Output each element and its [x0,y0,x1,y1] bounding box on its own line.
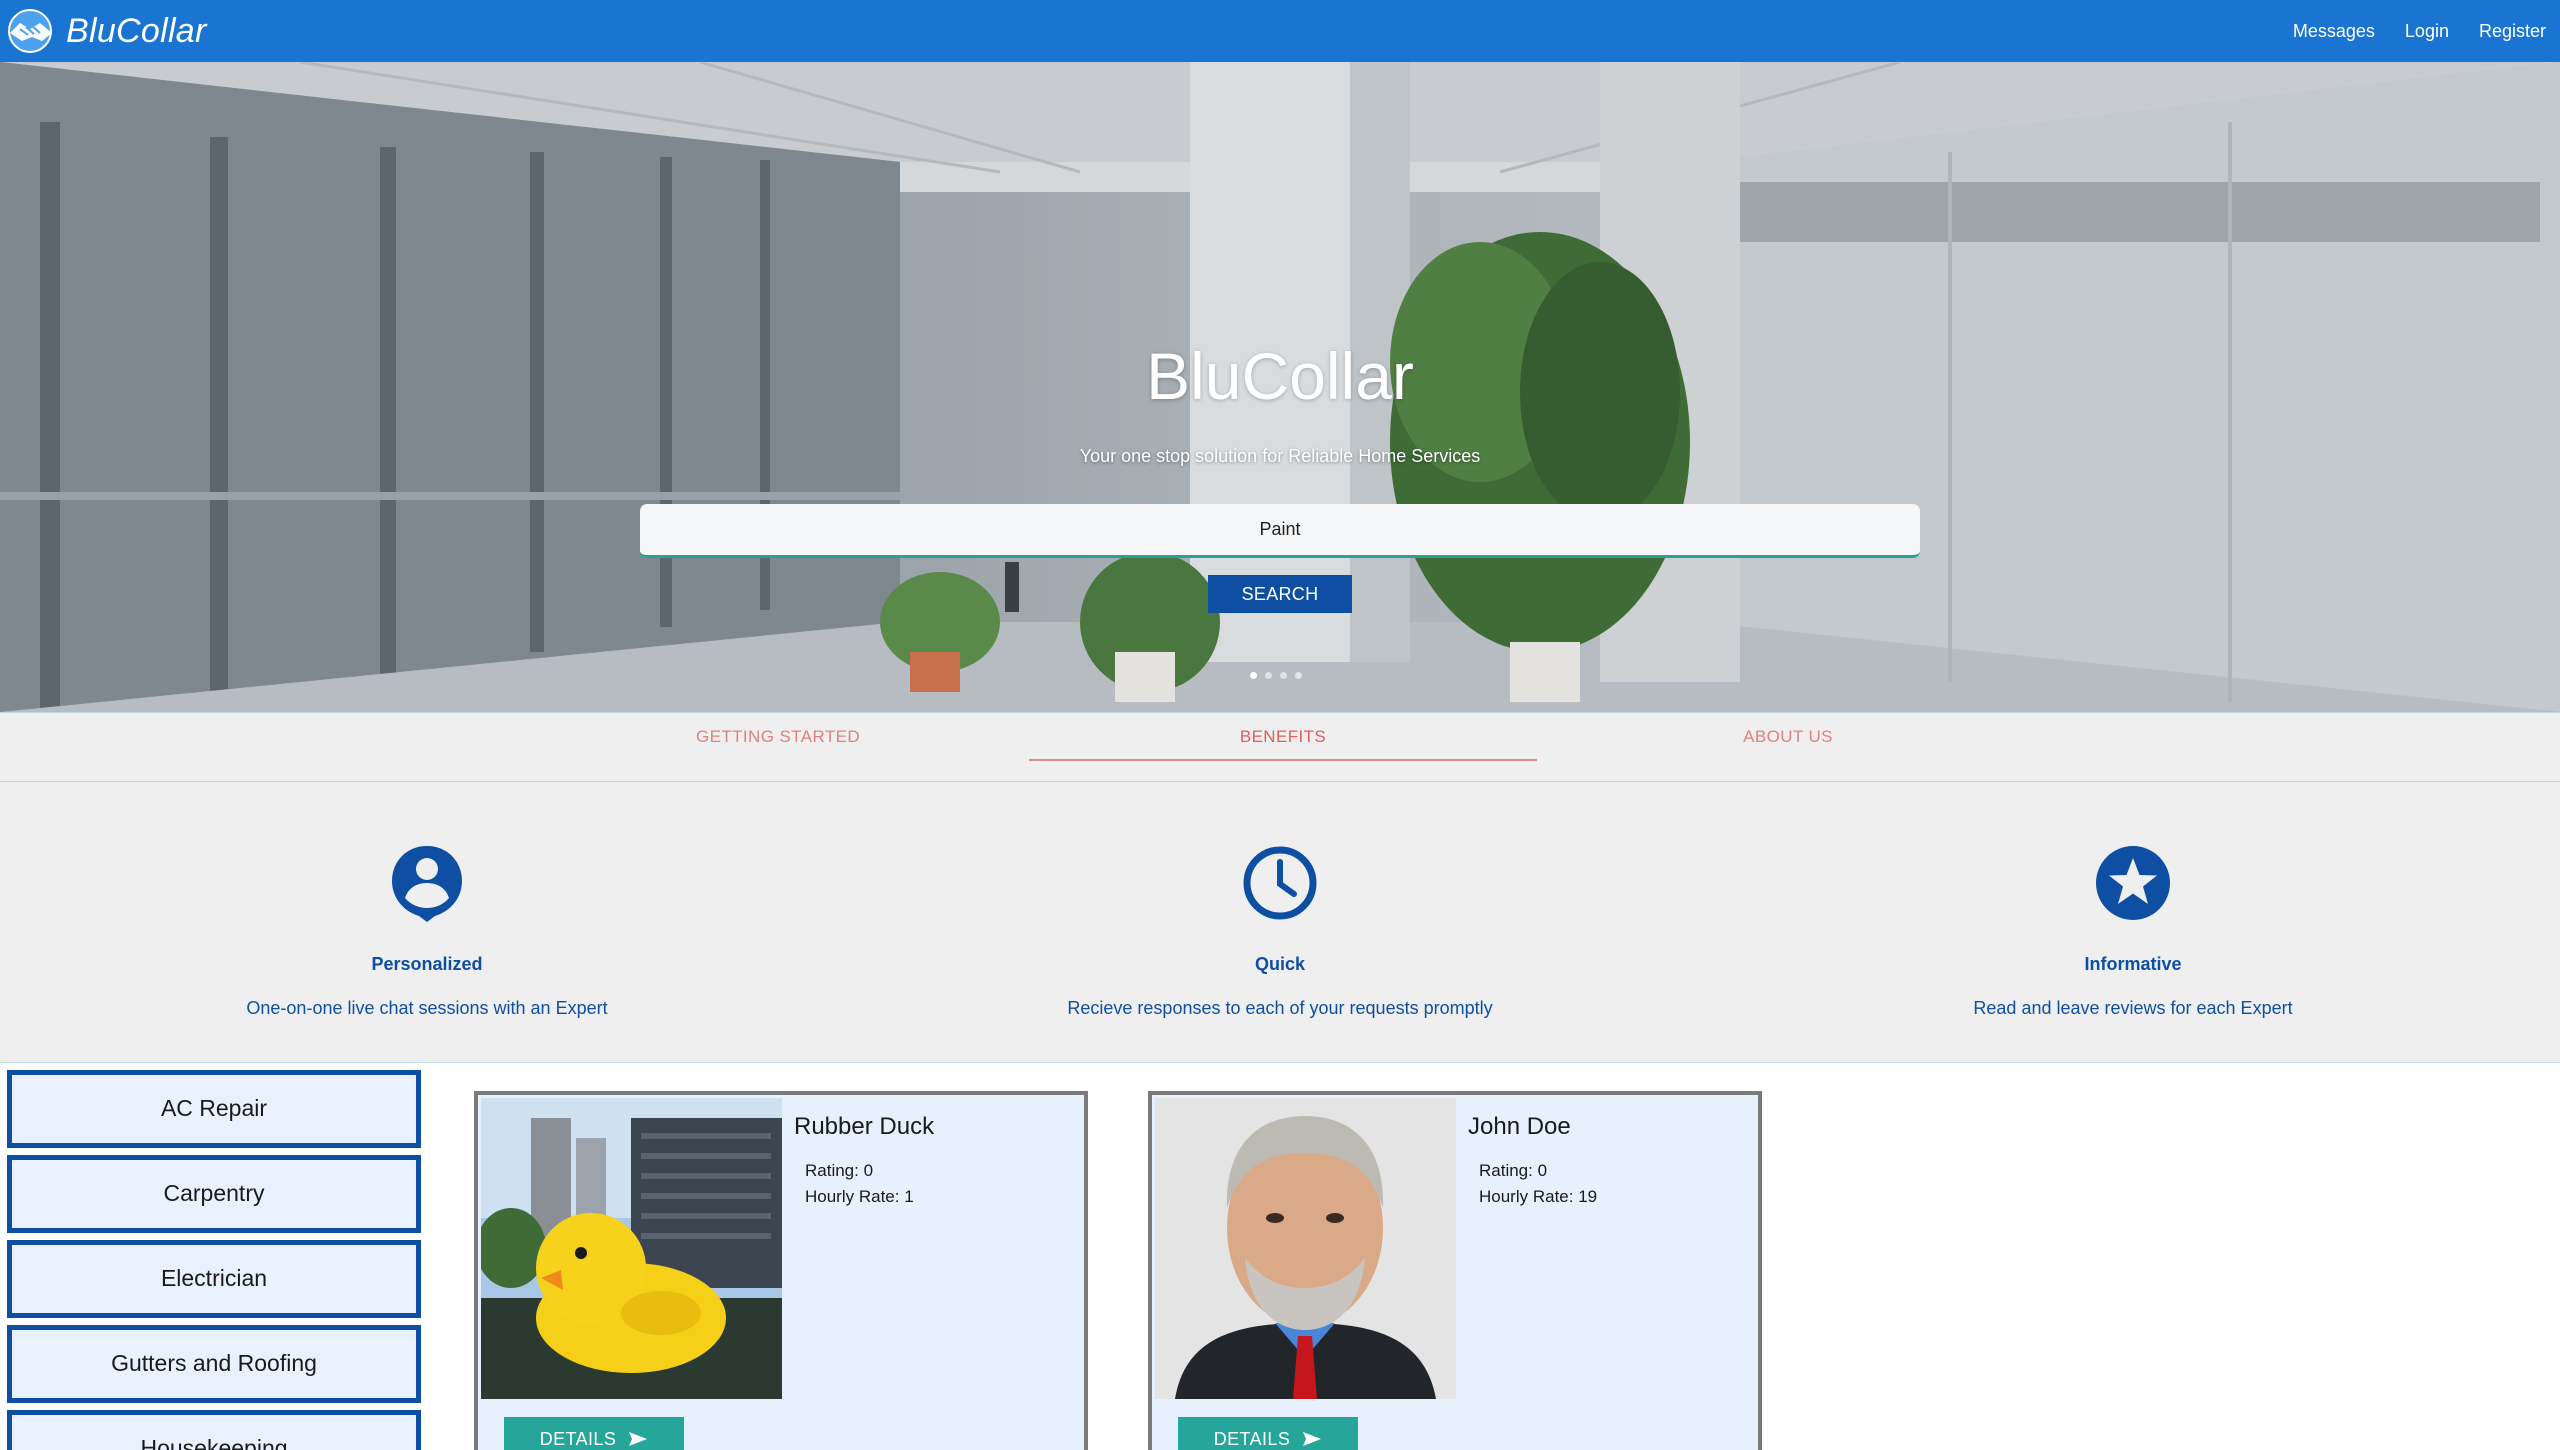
man-portrait-photo [1155,1098,1456,1399]
expert-rating: Rating: 0 [1479,1161,1548,1180]
tab-about-us[interactable]: ABOUT US [1534,713,2042,761]
carousel-dot-2[interactable] [1265,672,1272,679]
carousel-dot-1[interactable] [1250,672,1257,679]
details-button-label: DETAILS [1213,1428,1291,1449]
send-arrow-icon [1303,1432,1322,1446]
handshake-logo-icon [8,9,52,53]
hero-title: BluCollar [1146,339,1414,413]
nav-login-link[interactable]: Login [2405,21,2449,42]
brand-link[interactable]: BluCollar [2,7,207,55]
expert-name: Rubber Duck [794,1113,935,1140]
expert-card: John Doe Rating: 0 Hourly Rate: 19 DETAI… [1148,1091,1762,1450]
nav-register-link[interactable]: Register [2479,21,2546,42]
category-housekeeping[interactable]: Housekeeping [7,1410,421,1450]
details-button[interactable]: DETAILS [1178,1417,1358,1450]
benefit-description: Read and leave reviews for each Expert [1973,998,2293,1018]
carousel-dot-4[interactable] [1295,672,1302,679]
category-electrician[interactable]: Electrician [7,1240,421,1318]
hero-carousel: BluCollar Your one stop solution for Rel… [0,62,2560,712]
info-tabs: GETTING STARTED BENEFITS ABOUT US [0,712,2560,782]
nav-messages-link[interactable]: Messages [2293,21,2375,42]
expert-photo [1155,1098,1456,1399]
benefit-description: One-on-one live chat sessions with an Ex… [246,998,608,1018]
expert-card: Rubber Duck Rating: 0 Hourly Rate: 1 DET… [474,1091,1088,1450]
clock-icon [1243,846,1317,920]
expert-hourly-rate: Hourly Rate: 19 [1479,1187,1598,1206]
category-gutters-roofing[interactable]: Gutters and Roofing [7,1325,421,1403]
person-pin-icon [392,846,462,922]
rubber-duck-photo [481,1098,782,1399]
tab-benefits[interactable]: BENEFITS [1029,713,1537,761]
benefit-description: Recieve responses to each of your reques… [1067,998,1493,1018]
expert-name: John Doe [1468,1113,1571,1140]
service-search-input[interactable] [640,504,1920,558]
star-icon [2096,846,2170,920]
details-button[interactable]: DETAILS [504,1417,684,1450]
category-list: AC Repair Carpentry Electrician Gutters … [7,1070,421,1450]
benefit-title: Informative [2084,954,2182,974]
expert-photo [481,1098,782,1399]
expert-hourly-rate: Hourly Rate: 1 [805,1187,914,1206]
send-arrow-icon [629,1432,648,1446]
tab-getting-started[interactable]: GETTING STARTED [524,713,1032,761]
benefit-title: Personalized [371,954,483,974]
benefits-panel: Personalized One-on-one live chat sessio… [0,782,2560,1063]
expert-rating: Rating: 0 [805,1161,874,1180]
benefit-title: Quick [1254,954,1306,974]
details-button-label: DETAILS [539,1428,617,1449]
nav-links: Messages Login Register [2293,21,2550,42]
carousel-indicators [1250,672,1302,679]
top-navbar: BluCollar Messages Login Register [0,0,2560,62]
carousel-dot-3[interactable] [1280,672,1287,679]
search-button[interactable]: SEARCH [1208,575,1352,613]
hero-subtitle: Your one stop solution for Reliable Home… [1079,446,1481,466]
category-carpentry[interactable]: Carpentry [7,1155,421,1233]
category-ac-repair[interactable]: AC Repair [7,1070,421,1148]
brand-name: BluCollar [66,11,207,50]
